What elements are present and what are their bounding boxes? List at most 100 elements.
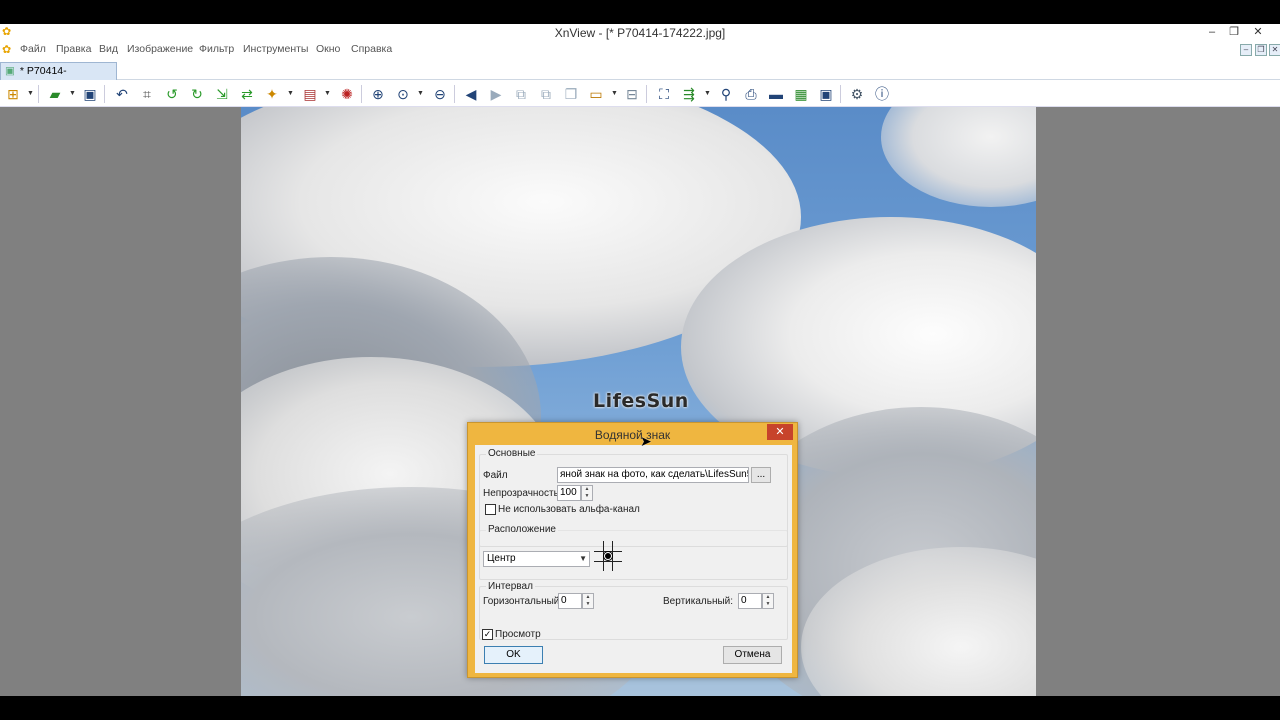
zoom-fit-icon[interactable]: ⊙ xyxy=(393,84,413,104)
dialog-close-button[interactable]: ✕ xyxy=(767,424,793,440)
multipage-icon[interactable]: ❐ xyxy=(561,84,581,104)
menu-bar: ✿ Файл Правка Вид Изображение Фильтр Инс… xyxy=(0,42,1280,58)
previous-icon[interactable]: ◀ xyxy=(461,84,481,104)
opacity-label: Непрозрачность: xyxy=(483,488,562,499)
chevron-down-icon[interactable]: ▼ xyxy=(583,601,593,608)
window-title: XnView - [* P70414-174222.jpg] xyxy=(554,26,726,40)
chevron-down-icon[interactable]: ▼ xyxy=(582,493,592,500)
ok-button[interactable]: OK xyxy=(484,646,543,664)
find-icon[interactable]: ⚲ xyxy=(716,84,736,104)
zoom-in-icon[interactable]: ⊕ xyxy=(368,84,388,104)
title-bar: ✿ XnView - [* P70414-174222.jpg] – ❐ ✕ xyxy=(0,24,1280,42)
undo-icon[interactable]: ↶ xyxy=(112,84,132,104)
menu-file[interactable]: Файл xyxy=(20,43,46,55)
toolbar-separator xyxy=(361,85,362,103)
chevron-down-icon[interactable]: ▼ xyxy=(69,90,76,97)
chevron-down-icon: ▼ xyxy=(579,554,587,563)
resize-icon[interactable]: ⇲ xyxy=(212,84,232,104)
group-interval-label: Интервал xyxy=(486,581,535,592)
red-eye-icon[interactable]: ✺ xyxy=(337,84,357,104)
chevron-up-icon[interactable]: ▲ xyxy=(582,486,592,493)
close-button[interactable]: ✕ xyxy=(1246,24,1270,40)
mdi-minimize-button[interactable]: – xyxy=(1240,44,1252,56)
chevron-down-icon[interactable]: ▼ xyxy=(417,90,424,97)
effects-icon[interactable]: ✦ xyxy=(262,84,282,104)
toolbar-separator xyxy=(840,85,841,103)
browse-button[interactable]: ... xyxy=(751,467,771,483)
chevron-down-icon[interactable]: ▼ xyxy=(287,90,294,97)
horizontal-stepper[interactable]: ▲ ▼ xyxy=(582,593,594,609)
position-center-marker xyxy=(605,553,611,559)
file-path-input[interactable]: яной знак на фото, как сделать\LifesSun5… xyxy=(557,467,749,483)
compare-icon[interactable]: ⊟ xyxy=(622,84,642,104)
rotate-left-icon[interactable]: ↺ xyxy=(162,84,182,104)
zoom-out-icon[interactable]: ⊖ xyxy=(430,84,450,104)
rotate-right-icon[interactable]: ↻ xyxy=(187,84,207,104)
minimize-button[interactable]: – xyxy=(1200,24,1224,40)
chevron-down-icon[interactable]: ▼ xyxy=(704,90,711,97)
position-grid[interactable] xyxy=(594,541,622,571)
image-file-icon: ▣ xyxy=(5,65,15,77)
adjust-icon[interactable]: ▤ xyxy=(300,84,320,104)
mdi-restore-button[interactable]: ❐ xyxy=(1255,44,1267,56)
open-folder-icon[interactable]: ▰ xyxy=(45,84,65,104)
tab-bar: ▣ * P70414-174222.jpg xyxy=(0,60,1280,93)
opacity-input[interactable]: 100 xyxy=(557,485,581,501)
opacity-stepper[interactable]: ▲ ▼ xyxy=(581,485,593,501)
mdi-close-button[interactable]: ✕ xyxy=(1269,44,1280,56)
toolbar-separator xyxy=(454,85,455,103)
menu-help[interactable]: Справка xyxy=(351,43,392,55)
tab-document[interactable]: ▣ * P70414-174222.jpg xyxy=(0,62,117,93)
menu-view[interactable]: Вид xyxy=(99,43,118,55)
watermark-dialog: Водяной знак ✕ Основные Файл яной знак н… xyxy=(467,422,798,678)
chevron-up-icon[interactable]: ▲ xyxy=(763,594,773,601)
group-position-label: Расположение xyxy=(486,524,558,535)
chevron-down-icon[interactable]: ▼ xyxy=(611,90,618,97)
alpha-channel-checkbox[interactable] xyxy=(485,504,496,515)
toolbar-separator xyxy=(104,85,105,103)
chevron-down-icon[interactable]: ▼ xyxy=(324,90,331,97)
save-icon[interactable]: ▣ xyxy=(80,84,100,104)
info-icon[interactable]: ⓘ xyxy=(872,84,892,104)
chevron-down-icon[interactable]: ▼ xyxy=(763,601,773,608)
scan-icon[interactable]: ▬ xyxy=(766,84,786,104)
menu-filter[interactable]: Фильтр xyxy=(199,43,234,55)
position-select[interactable]: Центр ▼ xyxy=(483,551,590,567)
horizontal-input[interactable]: 0 xyxy=(558,593,582,609)
toolbar: ⊞ ▼ ▰ ▼ ▣ ↶ ⌗ ↺ ↻ ⇲ ⇄ ✦ ▼ ▤ ▼ ✺ ⊕ ⊙ ▼ ⊖ … xyxy=(0,81,1280,107)
toolbar-separator xyxy=(646,85,647,103)
cancel-button[interactable]: Отмена xyxy=(723,646,782,664)
position-select-value: Центр xyxy=(487,553,516,564)
browser-icon[interactable]: ⊞ xyxy=(3,84,23,104)
gear-icon[interactable]: ⚙ xyxy=(847,84,867,104)
menu-tools[interactable]: Инструменты xyxy=(243,43,308,55)
first-page-icon[interactable]: ⧉ xyxy=(511,84,531,104)
menu-image[interactable]: Изображение xyxy=(127,43,193,55)
next-icon[interactable]: ▶ xyxy=(486,84,506,104)
preview-checkbox[interactable]: ✓ xyxy=(482,629,493,640)
transform-icon[interactable]: ⇄ xyxy=(237,84,257,104)
restore-button[interactable]: ❐ xyxy=(1222,24,1246,40)
chevron-down-icon[interactable]: ▼ xyxy=(27,90,34,97)
fullscreen-icon[interactable]: ⛶ xyxy=(654,84,674,104)
group-main-label: Основные xyxy=(486,448,538,459)
chevron-up-icon[interactable]: ▲ xyxy=(583,594,593,601)
last-page-icon[interactable]: ⧉ xyxy=(536,84,556,104)
group-position: Расположение Центр ▼ xyxy=(479,524,788,580)
vertical-label: Вертикальный: xyxy=(663,596,734,607)
vertical-input[interactable]: 0 xyxy=(738,593,762,609)
menu-edit[interactable]: Правка xyxy=(56,43,91,55)
menu-window[interactable]: Окно xyxy=(316,43,340,55)
watermark-text: LifesSun xyxy=(593,390,689,412)
print-icon[interactable]: ⎙ xyxy=(741,84,761,104)
crop-icon[interactable]: ⌗ xyxy=(137,84,157,104)
document-icon[interactable]: ✿ xyxy=(2,44,14,56)
dialog-body: Основные Файл яной знак на фото, как сде… xyxy=(475,445,792,673)
screen-capture-icon[interactable]: ▦ xyxy=(791,84,811,104)
horizontal-label: Горизонтальный: xyxy=(483,596,563,607)
dialog-title: Водяной знак xyxy=(594,428,671,442)
wallpaper-icon[interactable]: ▣ xyxy=(816,84,836,104)
vertical-stepper[interactable]: ▲ ▼ xyxy=(762,593,774,609)
slideshow-icon[interactable]: ▭ xyxy=(586,84,606,104)
convert-icon[interactable]: ⇶ xyxy=(679,84,699,104)
